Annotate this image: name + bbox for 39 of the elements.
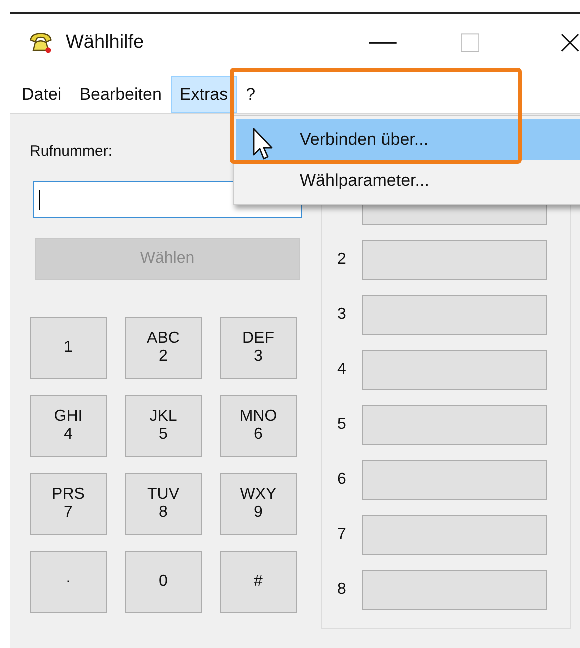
- speed-dial-button[interactable]: [362, 515, 547, 555]
- keypad-key[interactable]: TUV 8: [125, 473, 202, 535]
- close-icon[interactable]: [561, 33, 580, 53]
- keypad-key[interactable]: JKL 5: [125, 395, 202, 457]
- phone-icon: [28, 30, 54, 56]
- minimize-icon[interactable]: [369, 42, 397, 44]
- keypad-key[interactable]: #: [220, 551, 297, 613]
- keypad-key[interactable]: 0: [125, 551, 202, 613]
- slot-number: 5: [336, 416, 348, 434]
- menu-item[interactable]: ?: [237, 76, 265, 113]
- slot-number: 2: [336, 251, 348, 269]
- speed-dial-button[interactable]: [362, 295, 547, 335]
- speed-dial-button[interactable]: [362, 570, 547, 610]
- slot-number: 6: [336, 471, 348, 489]
- slot-number: 8: [336, 581, 348, 599]
- speed-dial-button[interactable]: [362, 240, 547, 280]
- cursor-icon: [253, 128, 275, 162]
- keypad-key[interactable]: ABC 2: [125, 317, 202, 379]
- speed-dial-button[interactable]: [362, 460, 547, 500]
- window-title: Wählhilfe: [66, 32, 146, 54]
- slot-number: 3: [336, 306, 348, 324]
- speed-dial-button[interactable]: [362, 405, 547, 445]
- speed-dial-button[interactable]: [362, 350, 547, 390]
- menu-option[interactable]: Wählparameter...: [236, 160, 580, 201]
- slot-number: 4: [336, 361, 348, 379]
- menu-item[interactable]: Bearbeiten: [70, 76, 171, 113]
- keypad-key[interactable]: ·: [30, 551, 107, 613]
- keypad-key[interactable]: DEF 3: [220, 317, 297, 379]
- keypad-key[interactable]: WXY 9: [220, 473, 297, 535]
- keypad-key[interactable]: PRS 7: [30, 473, 107, 535]
- menu-item[interactable]: Extras: [170, 76, 238, 113]
- slot-number: 7: [336, 526, 348, 544]
- menu-item[interactable]: Datei: [13, 76, 71, 113]
- keypad-key[interactable]: MNO 6: [220, 395, 297, 457]
- keypad-key[interactable]: 1: [30, 317, 107, 379]
- field-label: Rufnummer:: [30, 143, 113, 162]
- maximize-icon[interactable]: [460, 33, 480, 53]
- menu-option[interactable]: Verbinden über...: [236, 119, 580, 160]
- keypad-key[interactable]: GHI 4: [30, 395, 107, 457]
